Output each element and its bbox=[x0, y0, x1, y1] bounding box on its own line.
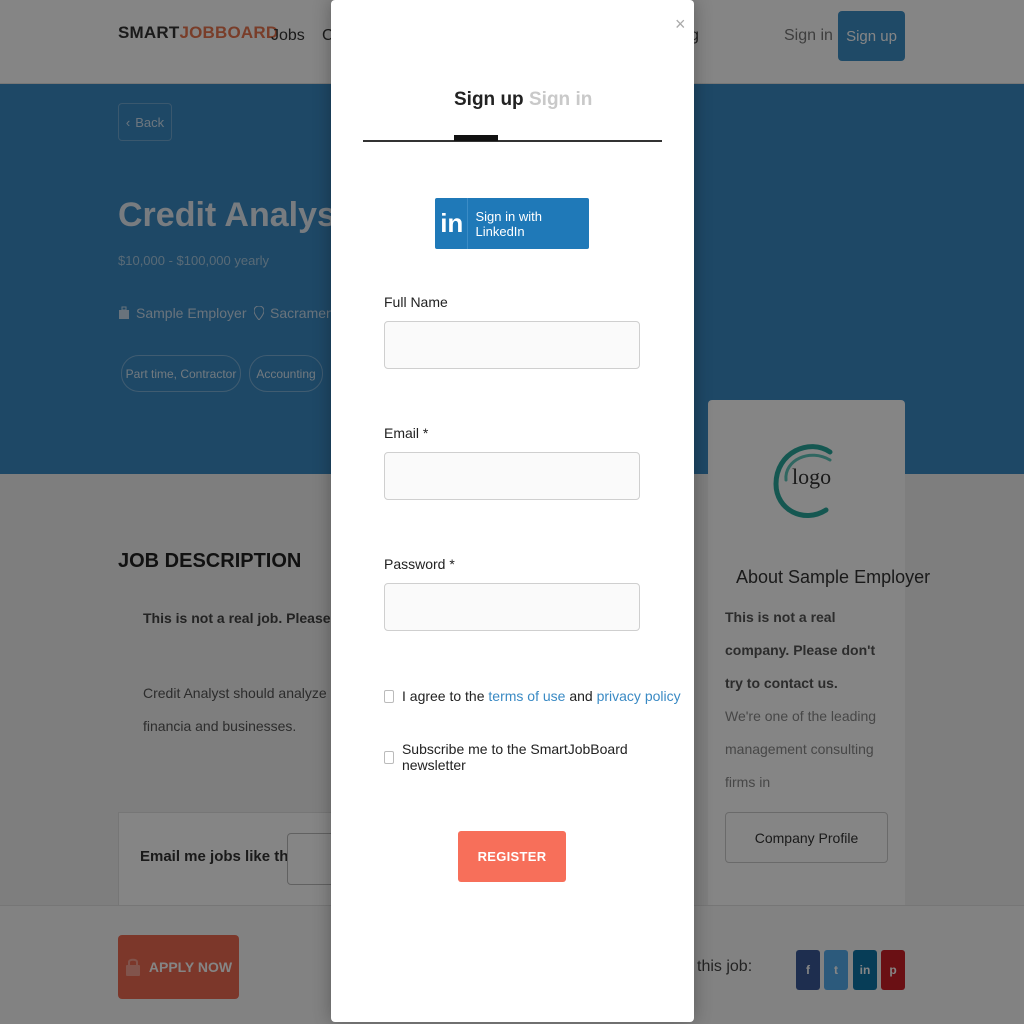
linkedin-icon: in bbox=[437, 198, 468, 249]
password-label: Password * bbox=[384, 556, 455, 572]
register-button[interactable]: REGISTER bbox=[458, 831, 566, 882]
signup-modal: × Sign up Sign in in Sign in with Linked… bbox=[331, 0, 694, 1022]
terms-checkbox[interactable] bbox=[384, 689, 394, 703]
privacy-link[interactable]: privacy policy bbox=[597, 688, 681, 704]
agree-and: and bbox=[569, 688, 593, 704]
full-name-label: Full Name bbox=[384, 294, 448, 310]
newsletter-label: Subscribe me to the SmartJobBoard newsle… bbox=[401, 741, 628, 773]
email-field[interactable] bbox=[384, 452, 640, 500]
agree-prefix: I agree to the bbox=[402, 688, 485, 704]
linkedin-signin-button[interactable]: in Sign in with LinkedIn bbox=[435, 198, 589, 249]
tab-signin[interactable]: Sign in bbox=[529, 89, 592, 111]
password-field[interactable] bbox=[384, 583, 640, 631]
full-name-field[interactable] bbox=[384, 321, 640, 369]
linkedin-button-label: Sign in with LinkedIn bbox=[475, 208, 542, 239]
tab-signup[interactable]: Sign up bbox=[454, 89, 524, 111]
newsletter-option: Subscribe me to the SmartJobBoard newsle… bbox=[384, 741, 694, 773]
close-icon[interactable]: × bbox=[675, 14, 686, 35]
email-label: Email * bbox=[384, 425, 429, 441]
active-tab-indicator bbox=[454, 135, 498, 141]
terms-agreement: I agree to the terms of use and privacy … bbox=[384, 688, 681, 704]
tabs-divider bbox=[363, 140, 662, 142]
newsletter-checkbox[interactable] bbox=[384, 750, 394, 764]
terms-link[interactable]: terms of use bbox=[488, 688, 565, 704]
